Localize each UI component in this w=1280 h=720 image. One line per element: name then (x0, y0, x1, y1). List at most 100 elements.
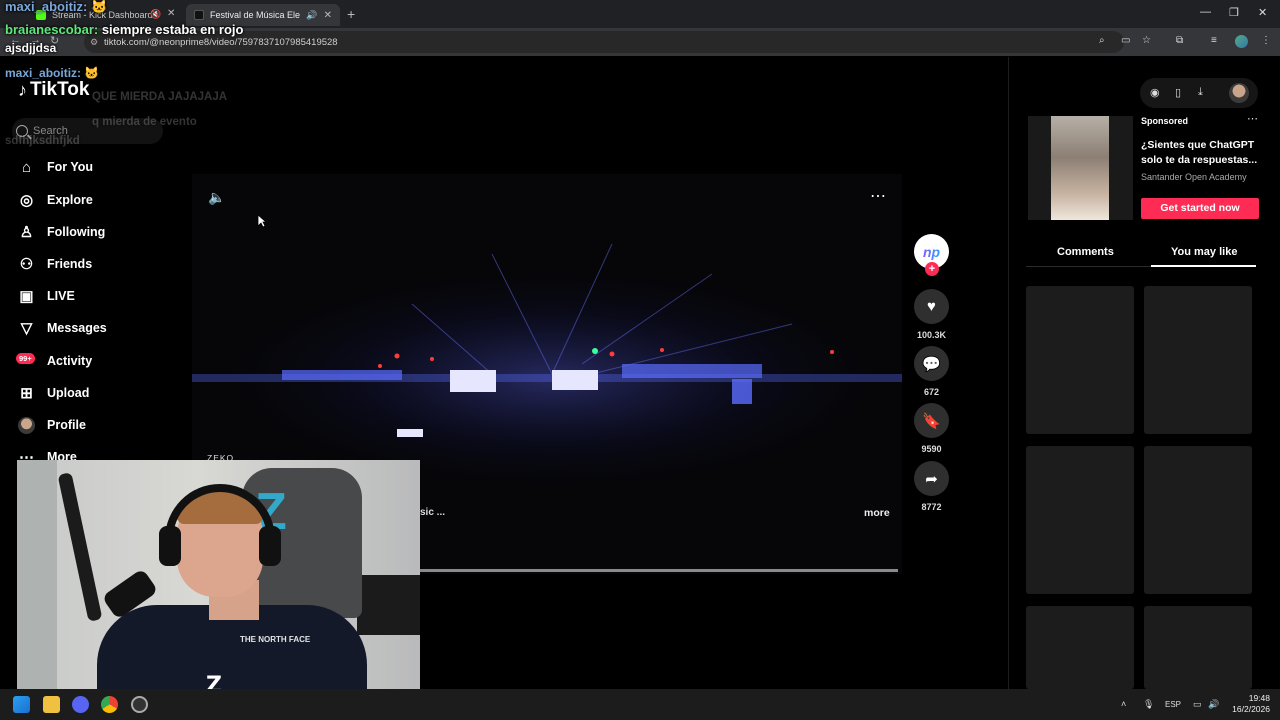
ad-brand: Santander Open Academy (1141, 172, 1247, 182)
avatar (18, 416, 35, 434)
file-explorer-icon[interactable] (43, 696, 60, 713)
tab-close-icon[interactable]: ✕ (167, 8, 175, 19)
heart-icon: ♥ (927, 298, 936, 315)
chat-text: q mierda de evento (92, 116, 197, 128)
get-started-button[interactable]: Get started now (1141, 198, 1259, 219)
nav-activity[interactable]: 99+ Activity (16, 351, 93, 371)
webcam-door (17, 460, 57, 689)
taskbar-clock[interactable]: 19:48 16/2/2026 (1226, 693, 1270, 715)
mouse-cursor-icon (257, 214, 267, 228)
video-progress-bar[interactable] (420, 569, 898, 572)
suggested-video-card[interactable] (1026, 446, 1134, 594)
bookmark-icon: 🔖 (922, 412, 941, 430)
obs-icon[interactable] (131, 696, 148, 713)
device-icon[interactable]: ▯ (1175, 86, 1181, 99)
video-options-icon[interactable]: ⋯ (870, 186, 887, 206)
nav-messages[interactable]: ▽ Messages (18, 318, 107, 338)
chat-text: QUE MIERDA JAJAJAJA (92, 91, 228, 103)
nav-label: Friends (47, 257, 93, 271)
nav-label: Following (47, 225, 106, 239)
like-count: 100.3K (916, 330, 947, 340)
chat-username: maxi_aboitiz: (5, 66, 82, 80)
tab-close-icon[interactable]: ✕ (324, 10, 332, 21)
extensions-icon[interactable]: ⧉ (1176, 35, 1183, 46)
nav-live[interactable]: ▣ LIVE (18, 286, 74, 306)
nav-explore[interactable]: ◎ Explore (18, 190, 93, 210)
active-tab-indicator (1151, 265, 1256, 267)
bookmark-star-icon[interactable]: ☆ (1142, 35, 1151, 46)
discord-icon[interactable] (72, 696, 89, 713)
headphone-cup-left (159, 526, 181, 566)
browser-profile-avatar[interactable] (1235, 35, 1248, 48)
creator-initials: np (922, 243, 941, 260)
suggested-video-card[interactable] (1026, 286, 1134, 434)
cast-icon[interactable]: ▭ (1121, 35, 1130, 46)
nav-upload[interactable]: ⊞ Upload (18, 383, 89, 403)
description-more-button[interactable]: more (864, 507, 890, 519)
save-button[interactable]: 🔖 (914, 403, 949, 438)
tab-you-may-like[interactable]: You may like (1171, 246, 1237, 258)
tiktok-favicon-icon (194, 10, 204, 20)
clock-time: 19:48 (1248, 693, 1270, 703)
suggested-video-card[interactable] (1026, 606, 1134, 689)
like-button[interactable]: ♥ (914, 289, 949, 324)
share-button[interactable]: ➦ (914, 461, 949, 496)
tiktok-note-icon: ♪ (18, 79, 27, 100)
new-tab-icon[interactable]: + (347, 6, 355, 22)
volume-icon[interactable]: 🔈 (208, 189, 225, 206)
tab-mute-icon[interactable]: 🔇 (150, 9, 161, 20)
nav-profile[interactable]: Profile (18, 415, 86, 435)
ad-title[interactable]: ¿Sientes que ChatGPT solo te da respuest… (1141, 138, 1259, 168)
nav-label: Activity (47, 354, 93, 368)
coin-icon[interactable]: ◉ (1150, 86, 1160, 99)
zoom-icon[interactable]: ⌕ (1099, 35, 1105, 46)
nav-friends[interactable]: ⚇ Friends (18, 254, 92, 274)
avatar[interactable] (1229, 83, 1249, 103)
browser-menu-icon[interactable]: ⋮ (1261, 35, 1271, 46)
ad-options-icon[interactable]: ⋯ (1247, 112, 1258, 125)
network-icon[interactable]: ▭ (1193, 699, 1202, 710)
comment-count: 672 (923, 387, 940, 397)
microphone-tray-icon[interactable]: 🎙 (1143, 699, 1154, 710)
tray-overflow-icon[interactable]: ˄ (1121, 699, 1126, 709)
friends-icon: ⚇ (19, 256, 34, 273)
nav-label: Explore (47, 193, 93, 207)
close-window-icon[interactable]: ✕ (1258, 6, 1267, 19)
nav-label: For You (47, 160, 94, 174)
windows-start-icon[interactable] (13, 696, 30, 713)
suggested-video-card[interactable] (1144, 606, 1252, 689)
language-indicator[interactable]: ESP (1165, 700, 1181, 709)
tab-comments[interactable]: Comments (1057, 246, 1114, 258)
nav-label: Upload (47, 386, 90, 400)
suggested-video-card[interactable] (1144, 286, 1252, 434)
suggested-video-card[interactable] (1144, 446, 1252, 594)
tiktok-logo[interactable]: ♪ TikTok (18, 79, 89, 101)
nav-following[interactable]: ♙ Following (18, 222, 106, 242)
restore-icon[interactable]: ❐ (1229, 6, 1239, 19)
chat-message: q mierda de evento (92, 116, 197, 128)
chat-message: braianescobar: siempre estaba en rojo (5, 22, 243, 37)
site-info-icon[interactable]: ⚙ (90, 37, 98, 48)
compass-icon: ◎ (19, 192, 34, 209)
cat-emote-icon: 🐱 (84, 66, 100, 80)
windows-taskbar (0, 689, 1280, 720)
nav-for-you[interactable]: ⌂ For You (18, 157, 93, 177)
right-panel-divider (1008, 57, 1009, 689)
follow-plus-button[interactable]: + (925, 262, 939, 276)
chat-message: maxi_aboitiz: 🐱 (5, 66, 99, 80)
tiktok-logo-text: TikTok (30, 79, 90, 100)
following-icon: ♙ (19, 224, 34, 241)
media-control-icon[interactable]: ≡ (1211, 35, 1217, 46)
shirt-logo: THE NORTH FACE (240, 635, 311, 644)
download-icon[interactable]: ⤓ (1198, 86, 1203, 99)
share-icon: ➦ (925, 470, 938, 488)
tab-audio-icon[interactable]: 🔊 (306, 10, 317, 21)
comment-button[interactable]: 💬 (914, 346, 949, 381)
chat-username: maxi_aboitiz: (5, 0, 88, 14)
chat-message: QUE MIERDA JAJAJAJA (92, 91, 227, 103)
webcam-desk-equipment (357, 575, 420, 635)
volume-tray-icon[interactable]: 🔊 (1208, 699, 1219, 710)
chrome-icon[interactable] (101, 696, 118, 713)
minimize-icon[interactable]: — (1200, 6, 1211, 18)
messages-icon: ▽ (20, 320, 33, 337)
